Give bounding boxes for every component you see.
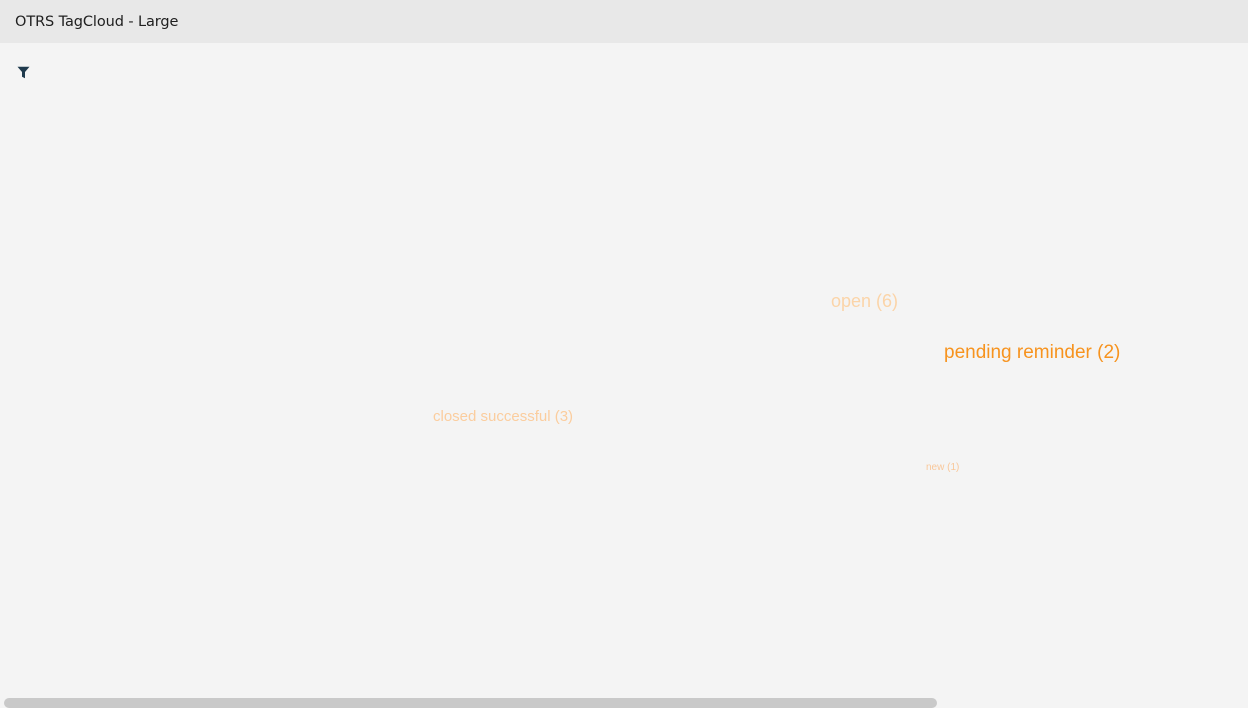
tag-pending-reminder[interactable]: pending reminder (2)	[944, 343, 1120, 362]
tag-open[interactable]: open (6)	[831, 292, 898, 310]
widget-title: OTRS TagCloud - Large	[15, 13, 179, 30]
widget-header: OTRS TagCloud - Large	[0, 0, 1248, 43]
tag-new[interactable]: new (1)	[926, 463, 959, 473]
tag-cloud: open (6) pending reminder (2) closed suc…	[0, 43, 1248, 693]
horizontal-scrollbar[interactable]	[4, 698, 937, 708]
tagcloud-widget: OTRS TagCloud - Large open (6) pending r…	[0, 0, 1248, 708]
tag-closed-successful[interactable]: closed successful (3)	[433, 409, 573, 424]
